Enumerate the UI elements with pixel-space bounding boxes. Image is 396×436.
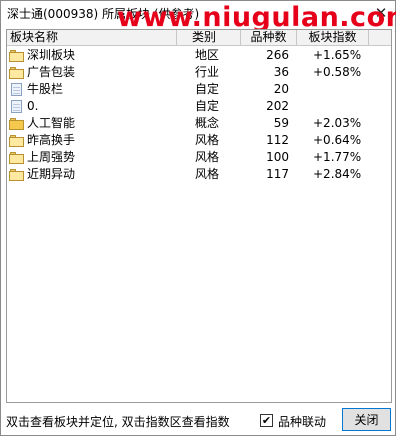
- count-cell: 36: [273, 65, 289, 79]
- column-header-index[interactable]: 板块指数: [297, 30, 369, 46]
- column-header-sector-name[interactable]: 板块名称: [7, 30, 177, 46]
- sector-name-label: 牛股栏: [27, 82, 64, 96]
- checkmark-icon: ✔: [261, 414, 272, 427]
- folder-icon: [9, 151, 24, 164]
- table-row[interactable]: 牛股栏 自定 20: [7, 81, 391, 98]
- count-cell: 100: [266, 150, 289, 164]
- table-row[interactable]: 人工智能 概念 59 +2.03%: [7, 115, 391, 132]
- index-change-cell[interactable]: +1.77%: [297, 149, 369, 166]
- status-hint: 双击查看板块并定位, 双击指数区查看指数: [6, 415, 230, 429]
- status-bar: 双击查看板块并定位, 双击指数区查看指数 ✔ 品种联动 关闭: [1, 405, 395, 435]
- folder-icon: [9, 168, 24, 181]
- table-row[interactable]: 昨高换手 风格 112 +0.64%: [7, 132, 391, 149]
- sector-name-cell: 0.: [7, 98, 177, 115]
- sector-dialog-window: 深士通(000938) 所属板块 (供参考) ✕ www.niugulan.co…: [0, 0, 396, 436]
- sector-name-label: 上周强势: [27, 150, 76, 164]
- sector-name-label: 近期异动: [27, 167, 76, 181]
- sector-name-cell: 上周强势: [7, 149, 177, 166]
- category-cell: 自定: [195, 82, 220, 96]
- table-row[interactable]: 深圳板块 地区 266 +1.65%: [7, 47, 391, 64]
- folder-icon: [9, 49, 24, 62]
- document-icon: [9, 83, 24, 96]
- sector-name-label: 0.: [27, 99, 39, 113]
- count-cell: 112: [266, 133, 289, 147]
- category-cell: 地区: [195, 48, 220, 62]
- table-row[interactable]: 上周强势 风格 100 +1.77%: [7, 149, 391, 166]
- title-bar[interactable]: 深士通(000938) 所属板块 (供参考) ✕: [1, 1, 395, 25]
- sector-name-cell: 人工智能: [7, 115, 177, 132]
- link-stocks-checkbox[interactable]: ✔: [260, 414, 273, 427]
- category-cell: 风格: [195, 167, 220, 181]
- table-row[interactable]: 近期异动 风格 117 +2.84%: [7, 166, 391, 183]
- category-cell: 概念: [195, 116, 220, 130]
- sector-name-label: 昨高换手: [27, 133, 76, 147]
- folder-open-icon: [9, 117, 24, 130]
- count-cell: 59: [273, 116, 289, 130]
- sector-name-cell: 昨高换手: [7, 132, 177, 149]
- link-stocks-label[interactable]: 品种联动: [278, 413, 326, 430]
- category-cell: 行业: [195, 65, 220, 79]
- sector-table: 板块名称 类别 品种数 板块指数 深圳板块 地区 266 +1.65% 广告包装 行业 36…: [6, 29, 392, 403]
- document-icon: [9, 100, 24, 113]
- index-change-cell[interactable]: [297, 81, 369, 98]
- window-title: 深士通(000938) 所属板块 (供参考): [7, 7, 200, 21]
- index-change-cell[interactable]: +2.84%: [297, 166, 369, 183]
- sector-name-cell: 深圳板块: [7, 47, 177, 64]
- sector-name-cell: 广告包装: [7, 64, 177, 81]
- sector-name-label: 广告包装: [27, 65, 76, 79]
- column-header-category[interactable]: 类别: [177, 30, 241, 46]
- folder-icon: [9, 134, 24, 147]
- column-header-count[interactable]: 品种数: [241, 30, 297, 46]
- index-change-cell[interactable]: +2.03%: [297, 115, 369, 132]
- index-change-cell[interactable]: [297, 98, 369, 115]
- category-cell: 风格: [195, 133, 220, 147]
- count-cell: 20: [273, 82, 289, 96]
- sector-name-cell: 近期异动: [7, 166, 177, 183]
- close-button[interactable]: 关闭: [342, 408, 391, 431]
- index-change-cell[interactable]: +1.65%: [297, 47, 369, 64]
- count-cell: 266: [266, 48, 289, 62]
- table-row[interactable]: 广告包装 行业 36 +0.58%: [7, 64, 391, 81]
- window-close-icon[interactable]: ✕: [371, 3, 391, 23]
- count-cell: 117: [266, 167, 289, 181]
- folder-icon: [9, 66, 24, 79]
- category-cell: 自定: [195, 99, 220, 113]
- index-change-cell[interactable]: +0.64%: [297, 132, 369, 149]
- table-header: 板块名称 类别 品种数 板块指数: [7, 30, 391, 46]
- sector-name-label: 深圳板块: [27, 48, 76, 62]
- sector-name-cell: 牛股栏: [7, 81, 177, 98]
- count-cell: 202: [266, 99, 289, 113]
- index-change-cell[interactable]: +0.58%: [297, 64, 369, 81]
- sector-name-label: 人工智能: [27, 116, 76, 130]
- table-row[interactable]: 0. 自定 202: [7, 98, 391, 115]
- category-cell: 风格: [195, 150, 220, 164]
